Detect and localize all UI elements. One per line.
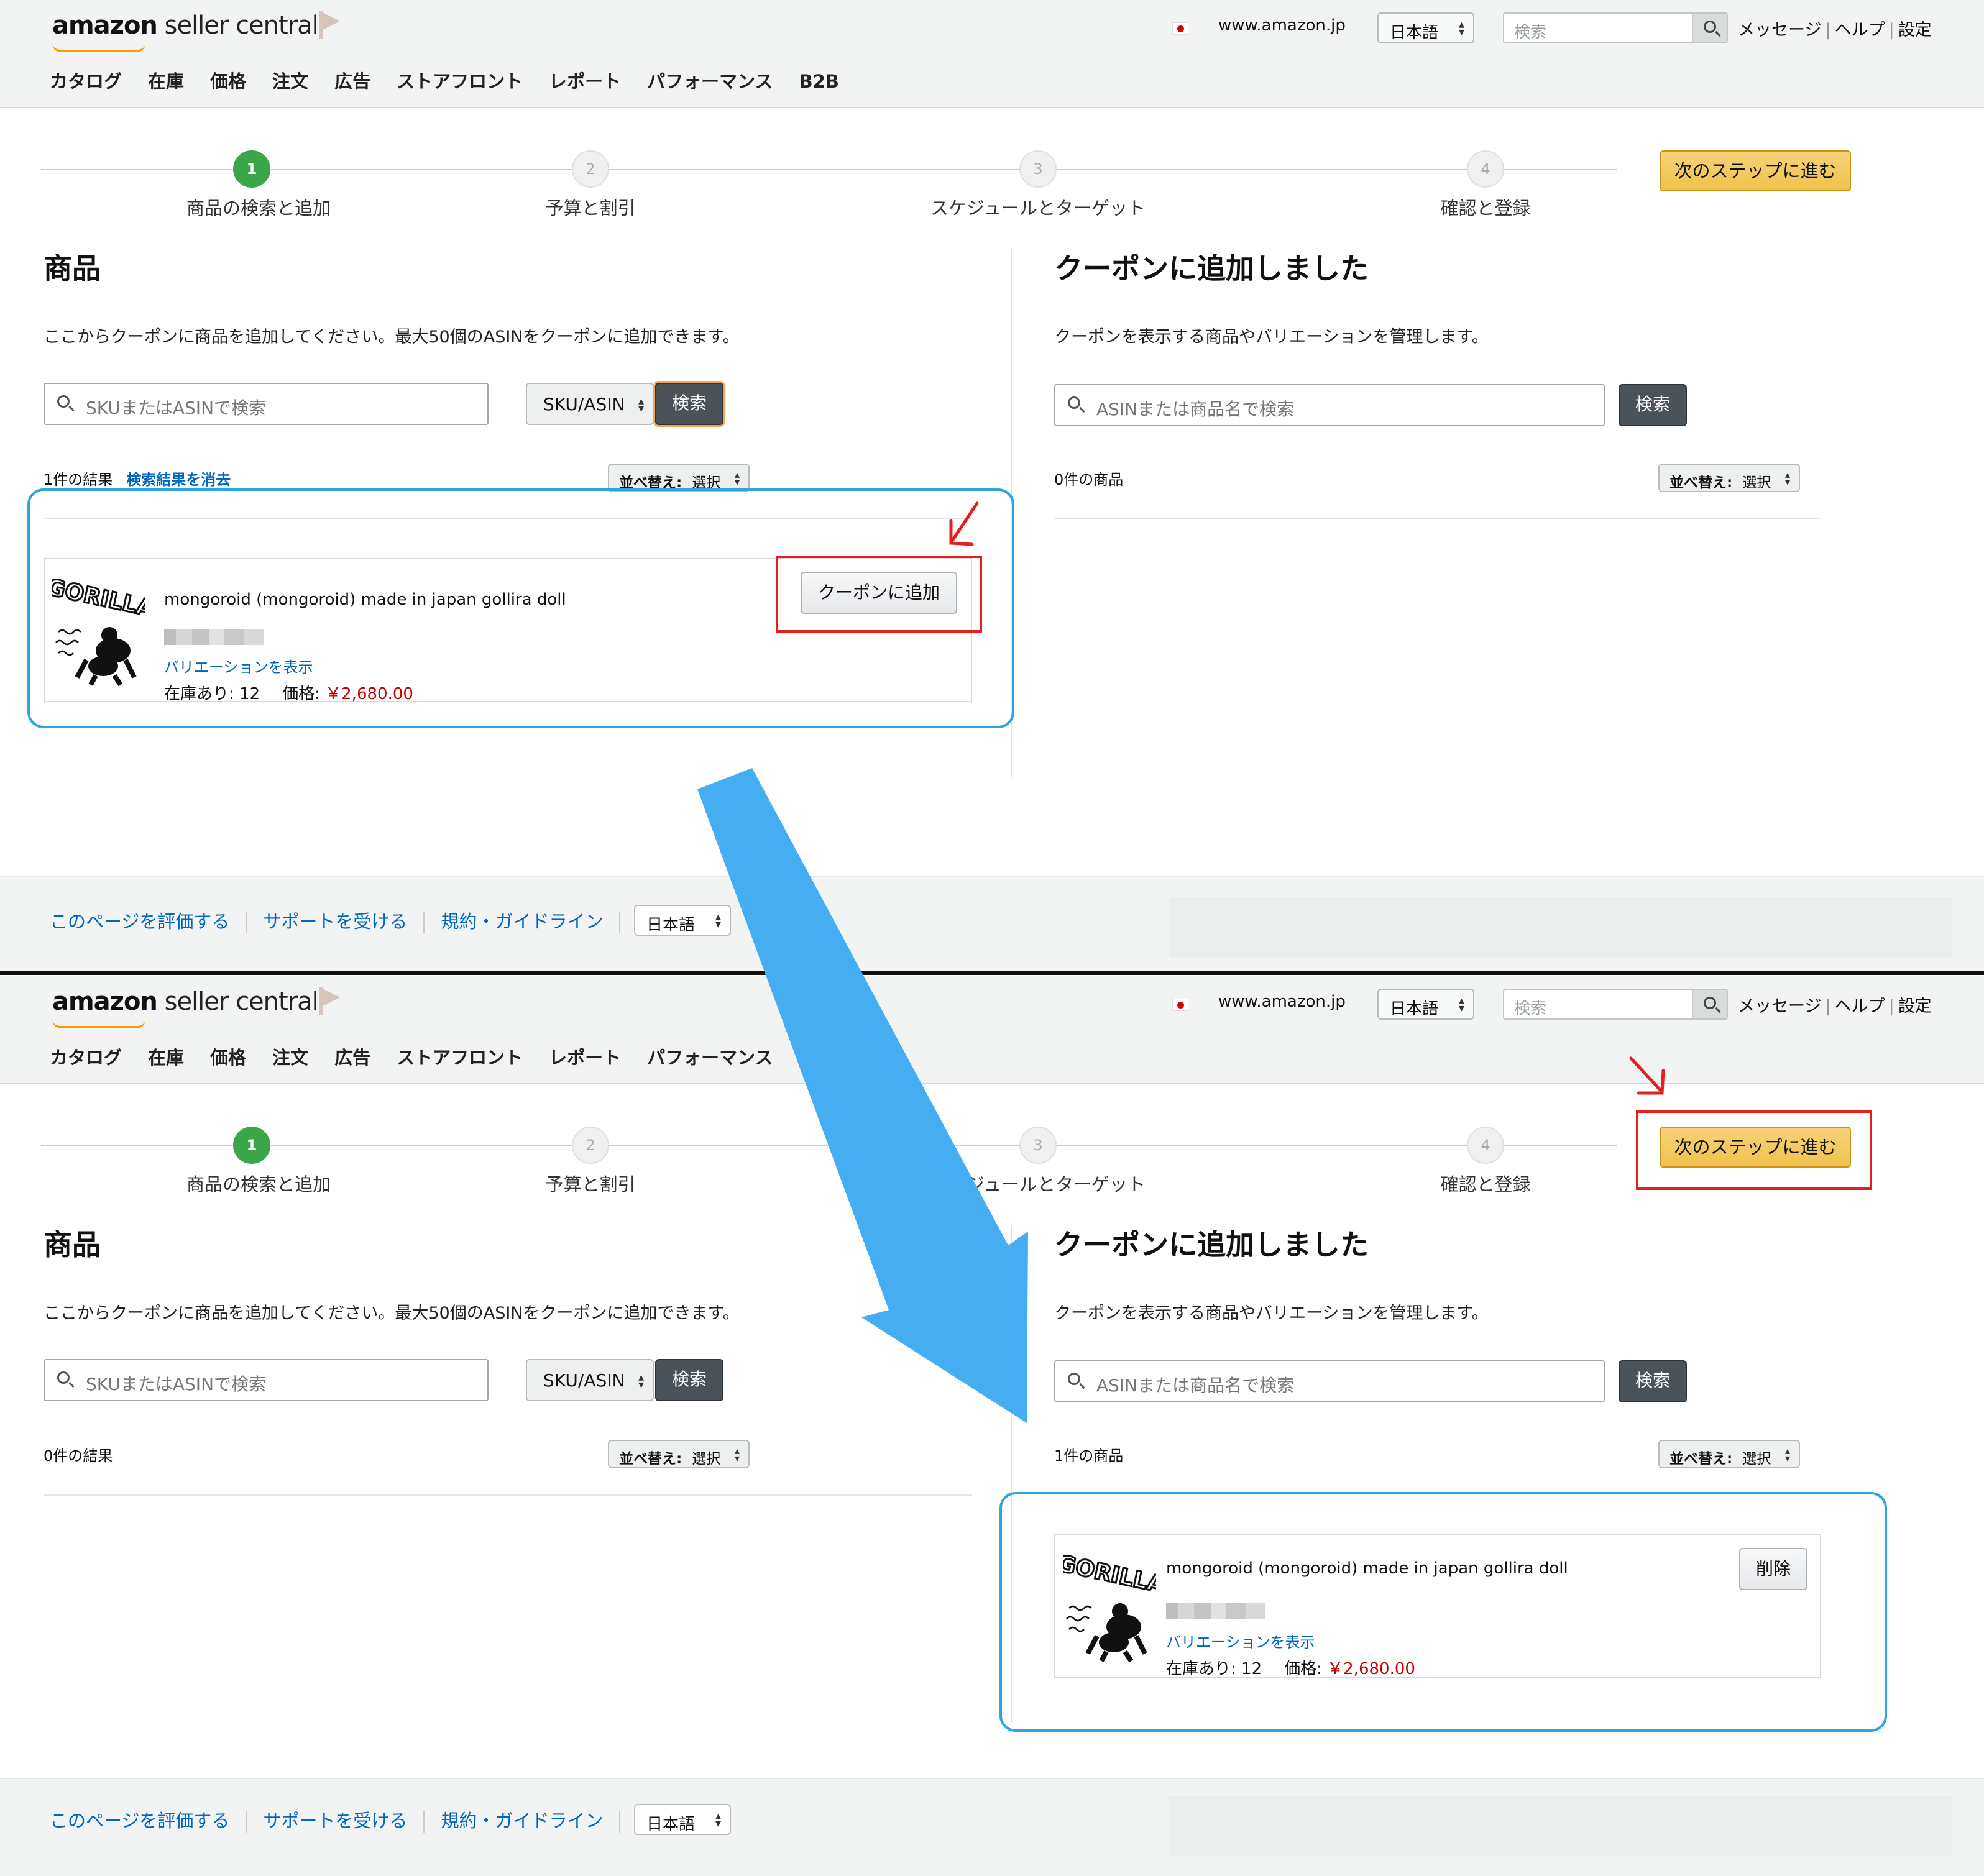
flow-arrow-icon: [697, 768, 1028, 1423]
